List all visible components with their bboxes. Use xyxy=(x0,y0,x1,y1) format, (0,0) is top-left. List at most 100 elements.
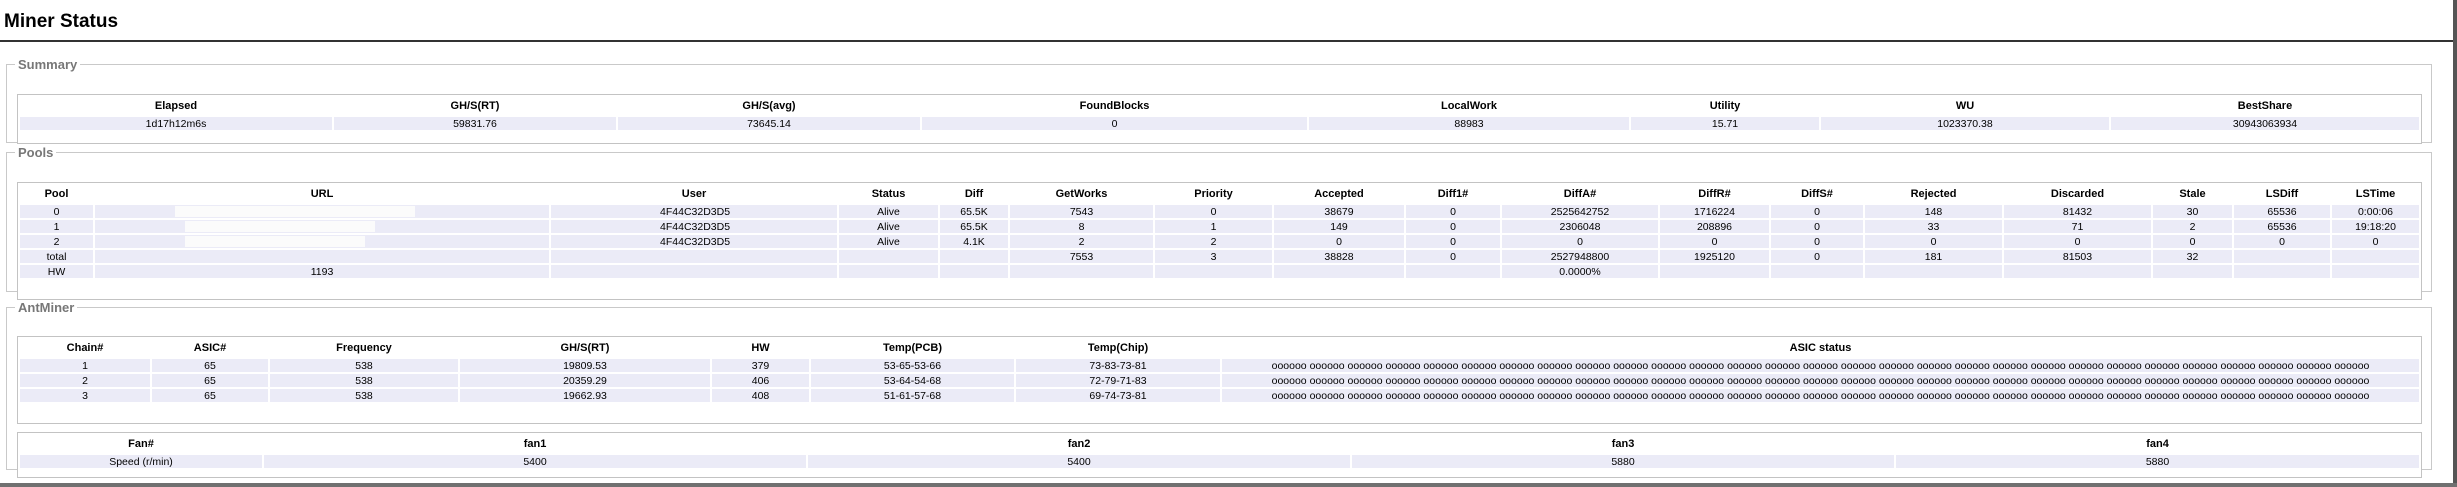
cell-diffa: 2306048 xyxy=(1502,220,1658,233)
cell-temp-chip: 69-74-73-81 xyxy=(1016,389,1220,402)
cell-priority: 0 xyxy=(1155,205,1272,218)
cell-getworks: 2 xyxy=(1010,235,1153,248)
column-header-stale: Stale xyxy=(2179,188,2206,200)
cell-temp-pcb: 53-65-53-66 xyxy=(811,359,1014,372)
cell-diffs: 0 xyxy=(1771,205,1863,218)
cell-diffa: 0.0000% xyxy=(1502,265,1658,278)
cell-gh-s-rt: 20359.29 xyxy=(460,374,710,387)
cell-status: Alive xyxy=(839,220,938,233)
chains-table-box: Chain# ASIC# Frequency GH/S(RT) HW Temp(PCB) T… xyxy=(17,336,2422,424)
cell-url xyxy=(95,250,549,263)
antminer-legend: AntMiner xyxy=(18,300,75,315)
cell-diff1: 0 xyxy=(1406,250,1500,263)
cell-url: 1193 xyxy=(95,265,549,278)
pool-row: 2 4F44C32D3D5 Alive 4.1K 2 2 0 0 0 0 0 0 0 0 0 0 xyxy=(20,235,2419,248)
cell-fan3: 5880 xyxy=(1352,455,1894,468)
fans-header-row: Fan# fan1 fan2 fan3 fan4 xyxy=(20,435,2419,453)
cell-lsdiff: 65536 xyxy=(2234,205,2330,218)
cell-elapsed: 1d17h12m6s xyxy=(20,117,332,130)
pools-table-box: Pool URL User Status Diff GetWorks Priority Acc… xyxy=(17,182,2422,300)
cell-user: 4F44C32D3D5 xyxy=(551,235,837,248)
cell-asic: 65 xyxy=(152,389,268,402)
column-header-getworks: GetWorks xyxy=(1055,188,1108,200)
cell-diffs: 0 xyxy=(1771,220,1863,233)
cell-utility: 15.71 xyxy=(1631,117,1819,130)
pools-legend: Pools xyxy=(18,145,54,160)
column-header-priority: Priority xyxy=(1194,188,1233,200)
chains-header-row: Chain# ASIC# Frequency GH/S(RT) HW Temp(PCB) T… xyxy=(20,339,2419,357)
column-header-localwork: LocalWork xyxy=(1440,100,1498,112)
cell-hw: 379 xyxy=(712,359,809,372)
cell-bestshare: 30943063934 xyxy=(2111,117,2419,130)
pools-header-row: Pool URL User Status Diff GetWorks Priority Acc… xyxy=(20,185,2419,203)
cell-lsdiff xyxy=(2234,265,2330,278)
cell-stale: 2 xyxy=(2153,220,2232,233)
cell-pool: 2 xyxy=(20,235,93,248)
cell-user: 4F44C32D3D5 xyxy=(551,205,837,218)
cell-status: Alive xyxy=(839,235,938,248)
cell-diffr: 1716224 xyxy=(1660,205,1769,218)
cell-fan1: 5400 xyxy=(264,455,806,468)
column-header-diffs: DiffS# xyxy=(1801,188,1833,200)
cell-lstime: 0 xyxy=(2332,235,2419,248)
cell-lstime xyxy=(2332,250,2419,263)
cell-stale: 30 xyxy=(2153,205,2232,218)
cell-asic: 65 xyxy=(152,359,268,372)
pool-row: 1 4F44C32D3D5 Alive 65.5K 8 1 149 0 2306048 2088… xyxy=(20,220,2419,233)
cell-asic-status: oooooo oooooo oooooo oooooo oooooo ooooo… xyxy=(1222,374,2419,387)
cell-diff: 65.5K xyxy=(940,220,1008,233)
cell-url xyxy=(95,235,549,248)
cell-diffs xyxy=(1771,265,1863,278)
column-header-elapsed: Elapsed xyxy=(154,100,198,112)
column-header-diff1: Diff1# xyxy=(1437,188,1469,200)
cell-pool: 0 xyxy=(20,205,93,218)
cell-discarded: 0 xyxy=(2004,235,2151,248)
column-header-gh-s-avg: GH/S(avg) xyxy=(742,100,796,112)
summary-data-row: 1d17h12m6s 59831.76 73645.14 0 88983 15.71 102… xyxy=(20,117,2419,130)
cell-user xyxy=(551,265,837,278)
column-header-accepted: Accepted xyxy=(1314,188,1364,200)
page-title: Miner Status xyxy=(4,11,119,32)
cell-user xyxy=(551,250,837,263)
column-header-asic-status: ASIC status xyxy=(1789,342,1852,354)
redacted-url-mask xyxy=(175,206,415,218)
window-bottom-bar xyxy=(0,483,2457,487)
column-header-utility: Utility xyxy=(1709,100,1741,112)
cell-accepted: 0 xyxy=(1274,235,1404,248)
column-header-fan1: fan1 xyxy=(523,438,547,450)
column-header-gh-s-rt: GH/S(RT) xyxy=(450,100,500,112)
summary-table: Elapsed GH/S(RT) GH/S(avg) FoundBlocks Local… xyxy=(18,95,2421,132)
cell-localwork: 88983 xyxy=(1309,117,1629,130)
cell-discarded: 81432 xyxy=(2004,205,2151,218)
cell-diff1 xyxy=(1406,265,1500,278)
cell-getworks: 8 xyxy=(1010,220,1153,233)
cell-accepted: 38828 xyxy=(1274,250,1404,263)
cell-diff xyxy=(940,265,1008,278)
cell-diffs: 0 xyxy=(1771,250,1863,263)
cell-gh-s-rt: 19809.53 xyxy=(460,359,710,372)
summary-table-box: Elapsed GH/S(RT) GH/S(avg) FoundBlocks Local… xyxy=(17,94,2422,144)
cell-accepted xyxy=(1274,265,1404,278)
summary-section: Summary Elapsed GH/S(RT) GH/S(avg) FoundBlo… xyxy=(6,57,2432,144)
cell-diffr: 1925120 xyxy=(1660,250,1769,263)
cell-pool: total xyxy=(20,250,93,263)
cell-temp-pcb: 51-61-57-68 xyxy=(811,389,1014,402)
cell-diffs: 0 xyxy=(1771,235,1863,248)
cell-user: 4F44C32D3D5 xyxy=(551,220,837,233)
cell-stale: 0 xyxy=(2153,235,2232,248)
cell-chain: 2 xyxy=(20,374,150,387)
column-header-chain: Chain# xyxy=(66,342,104,354)
cell-status xyxy=(839,265,938,278)
cell-wu: 1023370.38 xyxy=(1821,117,2109,130)
cell-discarded: 81503 xyxy=(2004,250,2151,263)
summary-header-row: Elapsed GH/S(RT) GH/S(avg) FoundBlocks Local… xyxy=(20,97,2419,115)
cell-url xyxy=(95,205,549,218)
cell-gh-s-rt: 19662.93 xyxy=(460,389,710,402)
cell-gh-s-avg: 73645.14 xyxy=(618,117,920,130)
cell-pool: HW xyxy=(20,265,93,278)
column-header-asic: ASIC# xyxy=(193,342,227,354)
column-header-diff: Diff xyxy=(964,188,984,200)
fans-table-box: Fan# fan1 fan2 fan3 fan4 Speed (r/min) 5400 54… xyxy=(17,432,2422,478)
cell-lsdiff: 0 xyxy=(2234,235,2330,248)
cell-hw: 408 xyxy=(712,389,809,402)
